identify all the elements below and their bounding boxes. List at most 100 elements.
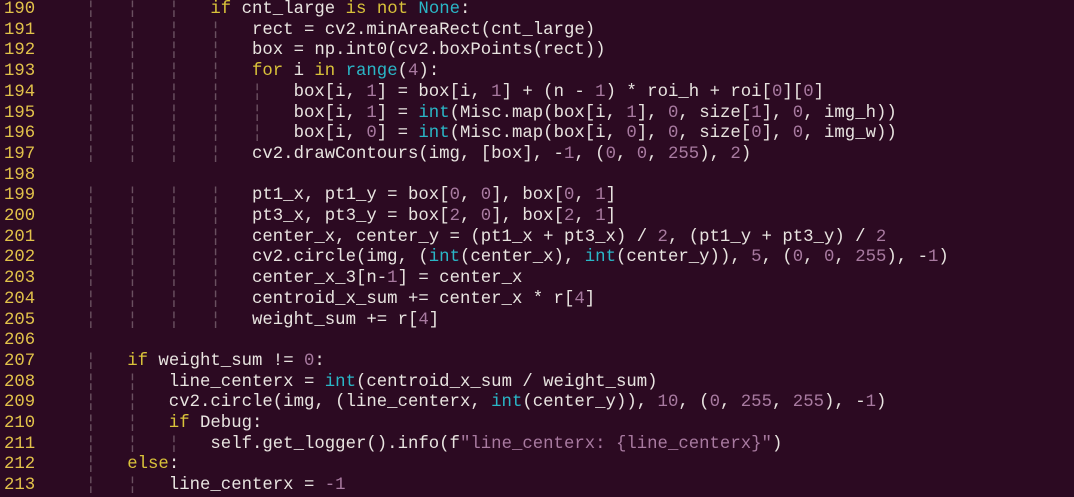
- code-content: ¦ ¦ ¦ ¦ center_x_3[n-1] = center_x: [44, 269, 523, 290]
- code-editor[interactable]: 190 ¦ ¦ ¦ if cnt_large is not None: 191 ¦…: [0, 0, 1074, 495]
- code-line[interactable]: 192 ¦ ¦ ¦ ¦ box = np.int0(cv2.boxPoints(…: [0, 41, 1074, 62]
- code-text-token: (centroid_x_sum / weight_sum): [355, 372, 658, 392]
- code-text-token: ): [771, 434, 783, 454]
- code-line[interactable]: 208 ¦ ¦ line_centerx = int(centroid_x_su…: [0, 373, 1074, 394]
- string-token: "line_centerx: {line_centerx}": [459, 434, 772, 454]
- code-content: ¦ ¦ ¦ ¦ ¦ box[i, 1] = box[i, 1] + (n - 1…: [44, 83, 824, 104]
- code-text-token: ,: [459, 186, 481, 206]
- number-token: 0: [751, 124, 762, 144]
- code-text-token: box = np.int0(cv2.boxPoints(rect)): [251, 41, 606, 61]
- code-text-token: ) * roi_h + roi[: [605, 82, 772, 102]
- code-line[interactable]: 207 ¦ if weight_sum != 0:: [0, 352, 1074, 373]
- number-token: 0: [792, 248, 804, 268]
- code-line[interactable]: 213 ¦ ¦ line_centerx = -1: [0, 476, 1074, 497]
- code-text-token: , size[: [678, 103, 752, 123]
- code-line[interactable]: 199 ¦ ¦ ¦ ¦ pt1_x, pt1_y = box[0, 0], bo…: [0, 186, 1074, 207]
- number-token: 4: [408, 62, 419, 82]
- number-token: 1: [387, 269, 398, 289]
- line-number: 213: [4, 476, 36, 496]
- code-line[interactable]: 191 ¦ ¦ ¦ ¦ rect = cv2.minAreaRect(cnt_l…: [0, 21, 1074, 42]
- code-line[interactable]: 205 ¦ ¦ ¦ ¦ weight_sum += r[4]: [0, 311, 1074, 332]
- code-text-token: line_centerx =: [168, 476, 325, 496]
- number-token: 0: [636, 144, 648, 164]
- keyword-token: for: [251, 62, 284, 82]
- indent-guides: ¦ ¦ ¦ ¦: [44, 289, 252, 309]
- keyword-token: not: [376, 0, 409, 19]
- number-token: 2: [657, 227, 668, 247]
- indent-guides: ¦ ¦ ¦ ¦ ¦: [44, 82, 294, 102]
- code-line[interactable]: 206: [0, 331, 1074, 352]
- number-token: 1: [366, 82, 377, 102]
- builtin-token: range: [345, 62, 398, 82]
- code-line[interactable]: 201 ¦ ¦ ¦ ¦ center_x, center_y = (pt1_x …: [0, 228, 1074, 249]
- line-number: 192: [4, 41, 36, 61]
- code-line[interactable]: 203 ¦ ¦ ¦ ¦ center_x_3[n-1] = center_x: [0, 269, 1074, 290]
- line-number: 197: [4, 144, 36, 164]
- code-text-token: ,: [834, 248, 856, 268]
- code-line[interactable]: 200 ¦ ¦ ¦ ¦ pt3_x, pt3_y = box[2, 0], bo…: [0, 207, 1074, 228]
- code-text-token: (: [397, 62, 409, 82]
- code-content: ¦ ¦ line_centerx = -1: [44, 476, 346, 497]
- line-number: 198: [4, 165, 36, 185]
- code-text-token: cv2.circle(img, (: [251, 248, 429, 268]
- code-text-token: (center_y)),: [615, 248, 752, 268]
- line-number: 191: [4, 20, 36, 40]
- code-line[interactable]: 193 ¦ ¦ ¦ ¦ for i in range(4):: [0, 62, 1074, 83]
- line-number: 200: [4, 207, 36, 226]
- number-token: 255: [740, 393, 772, 413]
- code-content: ¦ ¦ line_centerx = int(centroid_x_sum / …: [44, 373, 658, 394]
- indent-guides: ¦ ¦: [44, 393, 169, 413]
- code-line[interactable]: 198: [0, 166, 1074, 187]
- code-line[interactable]: 196 ¦ ¦ ¦ ¦ ¦ box[i, 0] = int(Misc.map(b…: [0, 124, 1074, 145]
- number-token: 0: [792, 103, 804, 123]
- code-text-token: ]: [605, 186, 617, 206]
- builtin-token: int: [324, 372, 356, 392]
- line-number: 202: [4, 248, 36, 268]
- number-token: 1: [491, 82, 502, 102]
- code-text-token: ],: [636, 124, 668, 144]
- indent-guides: ¦ ¦ ¦ ¦ ¦: [44, 103, 294, 123]
- code-text-token: box[i,: [293, 124, 367, 144]
- code-text-token: , img_h)): [803, 103, 897, 123]
- code-line[interactable]: 212 ¦ else:: [0, 455, 1074, 476]
- code-content: ¦ ¦ ¦ self.get_logger().info(f"line_cent…: [44, 434, 783, 456]
- code-line[interactable]: 195 ¦ ¦ ¦ ¦ ¦ box[i, 1] = int(Misc.map(b…: [0, 104, 1074, 125]
- number-token: 1: [595, 82, 606, 102]
- code-line[interactable]: 204 ¦ ¦ ¦ ¦ centroid_x_sum += center_x *…: [0, 290, 1074, 311]
- code-line[interactable]: 194 ¦ ¦ ¦ ¦ ¦ box[i, 1] = box[i, 1] + (n…: [0, 83, 1074, 104]
- code-content: ¦ else:: [44, 455, 180, 476]
- number-token: 2: [449, 207, 460, 226]
- code-line[interactable]: 197 ¦ ¦ ¦ ¦ cv2.drawContours(img, [box],…: [0, 145, 1074, 166]
- code-line[interactable]: 190 ¦ ¦ ¦ if cnt_large is not None:: [0, 0, 1074, 21]
- indent-guides: ¦ ¦ ¦ ¦: [44, 144, 252, 164]
- code-text-token: line_centerx =: [168, 372, 325, 392]
- line-number: 203: [4, 269, 36, 289]
- number-token: 0: [304, 351, 315, 371]
- line-number: 205: [4, 310, 36, 330]
- line-number: 209: [4, 393, 36, 413]
- code-text-token: ),: [699, 144, 731, 164]
- keyword-token: else: [127, 455, 169, 475]
- code-text-token: ,: [771, 393, 793, 413]
- indent-guides: ¦ ¦ ¦: [44, 0, 211, 19]
- number-token: 0: [480, 207, 492, 226]
- code-line[interactable]: 202 ¦ ¦ ¦ ¦ cv2.circle(img, (int(center_…: [0, 248, 1074, 269]
- number-token: 4: [418, 310, 429, 330]
- indent-guides: ¦ ¦ ¦ ¦: [44, 41, 252, 61]
- indent-guides: ¦ ¦: [44, 372, 169, 392]
- code-text-token: self.get_logger().info(f: [210, 434, 460, 454]
- code-text-token: ]: [813, 82, 824, 102]
- code-text-token: , (: [678, 393, 710, 413]
- code-text-token: pt3_x, pt3_y = box[: [251, 207, 450, 226]
- code-text-token: ],: [761, 103, 793, 123]
- code-line[interactable]: 210 ¦ ¦ if Debug:: [0, 414, 1074, 435]
- code-text-token: ): [938, 248, 949, 268]
- number-token: 0: [480, 186, 492, 206]
- number-token: 255: [668, 144, 700, 164]
- code-line[interactable]: 209 ¦ ¦ cv2.circle(img, (line_centerx, i…: [0, 393, 1074, 414]
- code-line[interactable]: 211 ¦ ¦ ¦ self.get_logger().info(f"line_…: [0, 435, 1074, 456]
- code-text-token: (center_y)),: [522, 393, 658, 413]
- line-number: 208: [4, 372, 36, 392]
- number-token: 0: [792, 124, 804, 144]
- indent-guides: ¦ ¦ ¦ ¦: [44, 269, 252, 289]
